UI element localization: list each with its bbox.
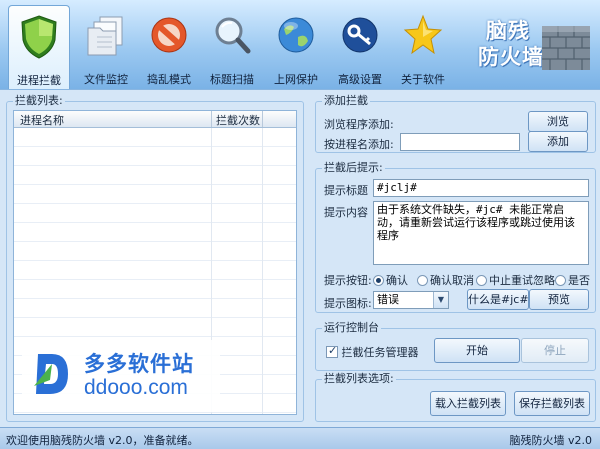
checkbox-label: 拦截任务管理器 bbox=[341, 346, 419, 359]
radio-label: 中止重试忽略 bbox=[489, 274, 555, 287]
tool-disrupt-mode[interactable]: 捣乱模式 bbox=[138, 5, 200, 87]
column-header-count[interactable]: 拦截次数 bbox=[216, 112, 260, 128]
column-divider[interactable] bbox=[211, 111, 212, 127]
prompt-content-textarea[interactable]: 由于系统文件缺失，#jc# 未能正常启动，请重新尝试运行该程序或跳过使用该程序 bbox=[373, 201, 589, 265]
radio-label: 是否 bbox=[568, 274, 590, 287]
stop-button[interactable]: 停止 bbox=[521, 338, 589, 363]
prohibit-icon bbox=[151, 17, 187, 53]
status-bar: 欢迎使用脑残防火墙 v2.0，准备就绪。 脑残防火墙 v2.0 bbox=[0, 427, 600, 449]
task-manager-checkbox[interactable]: 拦截任务管理器 bbox=[326, 344, 419, 360]
watermark-cn: 多多软件站 bbox=[84, 352, 194, 376]
save-list-button[interactable]: 保存拦截列表 bbox=[514, 391, 590, 416]
shield-icon bbox=[21, 15, 57, 59]
group-title: 运行控制台 bbox=[322, 321, 381, 335]
brand-logo: 脑残 防火墙 bbox=[476, 12, 596, 82]
start-button[interactable]: 开始 bbox=[434, 338, 520, 363]
star-icon bbox=[403, 14, 443, 55]
tool-label: 标题扫描 bbox=[210, 73, 254, 86]
tool-label: 关于软件 bbox=[401, 73, 445, 86]
tool-advanced-settings[interactable]: 高级设置 bbox=[329, 5, 391, 87]
status-text: 欢迎使用脑残防火墙 v2.0，准备就绪。 bbox=[6, 434, 199, 447]
group-title: 拦截列表选项: bbox=[322, 372, 396, 386]
browse-program-label: 浏览程序添加: bbox=[324, 118, 394, 131]
list-options-group: 拦截列表选项: 载入拦截列表 保存拦截列表 bbox=[315, 372, 596, 422]
column-divider[interactable] bbox=[262, 111, 263, 127]
radio-label: 确认 bbox=[386, 274, 408, 287]
tool-file-monitor[interactable]: 文件监控 bbox=[75, 5, 137, 87]
column-gridline bbox=[262, 128, 263, 414]
process-name-input[interactable] bbox=[400, 133, 520, 151]
process-name-label: 按进程名添加: bbox=[324, 138, 394, 151]
radio-ok-cancel[interactable]: 确认取消 bbox=[417, 272, 474, 288]
listview-header: 进程名称 拦截次数 bbox=[14, 111, 296, 128]
radio-yes-no[interactable]: 是否 bbox=[555, 272, 590, 288]
radio-dot bbox=[555, 274, 566, 286]
tool-label: 高级设置 bbox=[338, 73, 382, 86]
radio-dot bbox=[417, 274, 428, 286]
prompt-title-label: 提示标题 bbox=[324, 184, 368, 197]
prompt-button-label: 提示按钮: bbox=[324, 274, 372, 287]
key-icon bbox=[342, 17, 378, 53]
run-console-group: 运行控制台 拦截任务管理器 开始 停止 bbox=[315, 321, 596, 371]
prompt-button-radios: 确认 确认取消 中止重试忽略 是否 bbox=[373, 272, 593, 288]
column-header-process[interactable]: 进程名称 bbox=[20, 112, 64, 128]
group-title: 拦截后提示: bbox=[322, 161, 385, 175]
add-button[interactable]: 添加 bbox=[528, 131, 588, 152]
radio-dot bbox=[373, 274, 384, 286]
browse-button[interactable]: 浏览 bbox=[528, 111, 588, 132]
radio-abort-retry-ignore[interactable]: 中止重试忽略 bbox=[476, 272, 555, 288]
load-list-button[interactable]: 载入拦截列表 bbox=[430, 391, 506, 416]
toolbar: 进程拦截 文件监控 捣乱模式 标题扫描 上网保护 高级设置 关于软件 脑残 防火… bbox=[0, 0, 600, 89]
watermark-logo-icon bbox=[34, 354, 68, 394]
brand-title: 脑残 防火墙 bbox=[478, 19, 544, 69]
magnifier-icon bbox=[215, 17, 251, 54]
radio-dot bbox=[476, 274, 487, 286]
tool-label: 文件监控 bbox=[84, 73, 128, 86]
watermark-url: ddooo.com bbox=[84, 376, 188, 399]
radio-label: 确认取消 bbox=[430, 274, 474, 287]
chevron-down-icon[interactable]: ▼ bbox=[433, 292, 448, 308]
group-title: 添加拦截 bbox=[322, 94, 370, 108]
prompt-title-input[interactable]: #jclj# bbox=[373, 179, 589, 197]
watermark: 多多软件站 ddooo.com bbox=[22, 340, 220, 412]
add-intercept-group: 添加拦截 浏览程序添加: 浏览 按进程名添加: 添加 bbox=[315, 94, 596, 153]
group-title: 拦截列表: bbox=[13, 94, 65, 108]
checkbox-box[interactable] bbox=[326, 344, 338, 358]
prompt-icon-label: 提示图标: bbox=[324, 297, 372, 310]
prompt-content-label: 提示内容 bbox=[324, 206, 368, 219]
tool-web-protect[interactable]: 上网保护 bbox=[265, 5, 327, 87]
what-is-jc-button[interactable]: 什么是#jc# bbox=[467, 289, 529, 310]
tool-label: 上网保护 bbox=[274, 73, 318, 86]
select-value: 错误 bbox=[377, 293, 399, 306]
tool-about[interactable]: 关于软件 bbox=[392, 5, 454, 87]
globe-icon bbox=[278, 17, 314, 53]
preview-button[interactable]: 预览 bbox=[529, 289, 589, 310]
brick-wall-icon bbox=[542, 26, 590, 70]
tool-process-intercept[interactable]: 进程拦截 bbox=[8, 5, 70, 89]
radio-ok[interactable]: 确认 bbox=[373, 272, 408, 288]
documents-icon bbox=[87, 16, 123, 56]
prompt-group: 拦截后提示: 提示标题 #jclj# 提示内容 由于系统文件缺失，#jc# 未能… bbox=[315, 161, 596, 313]
tool-label: 捣乱模式 bbox=[147, 73, 191, 86]
tool-label: 进程拦截 bbox=[17, 74, 61, 87]
prompt-icon-select[interactable]: 错误 ▼ bbox=[373, 291, 449, 309]
tool-title-scan[interactable]: 标题扫描 bbox=[201, 5, 263, 87]
status-version: 脑残防火墙 v2.0 bbox=[509, 434, 593, 447]
